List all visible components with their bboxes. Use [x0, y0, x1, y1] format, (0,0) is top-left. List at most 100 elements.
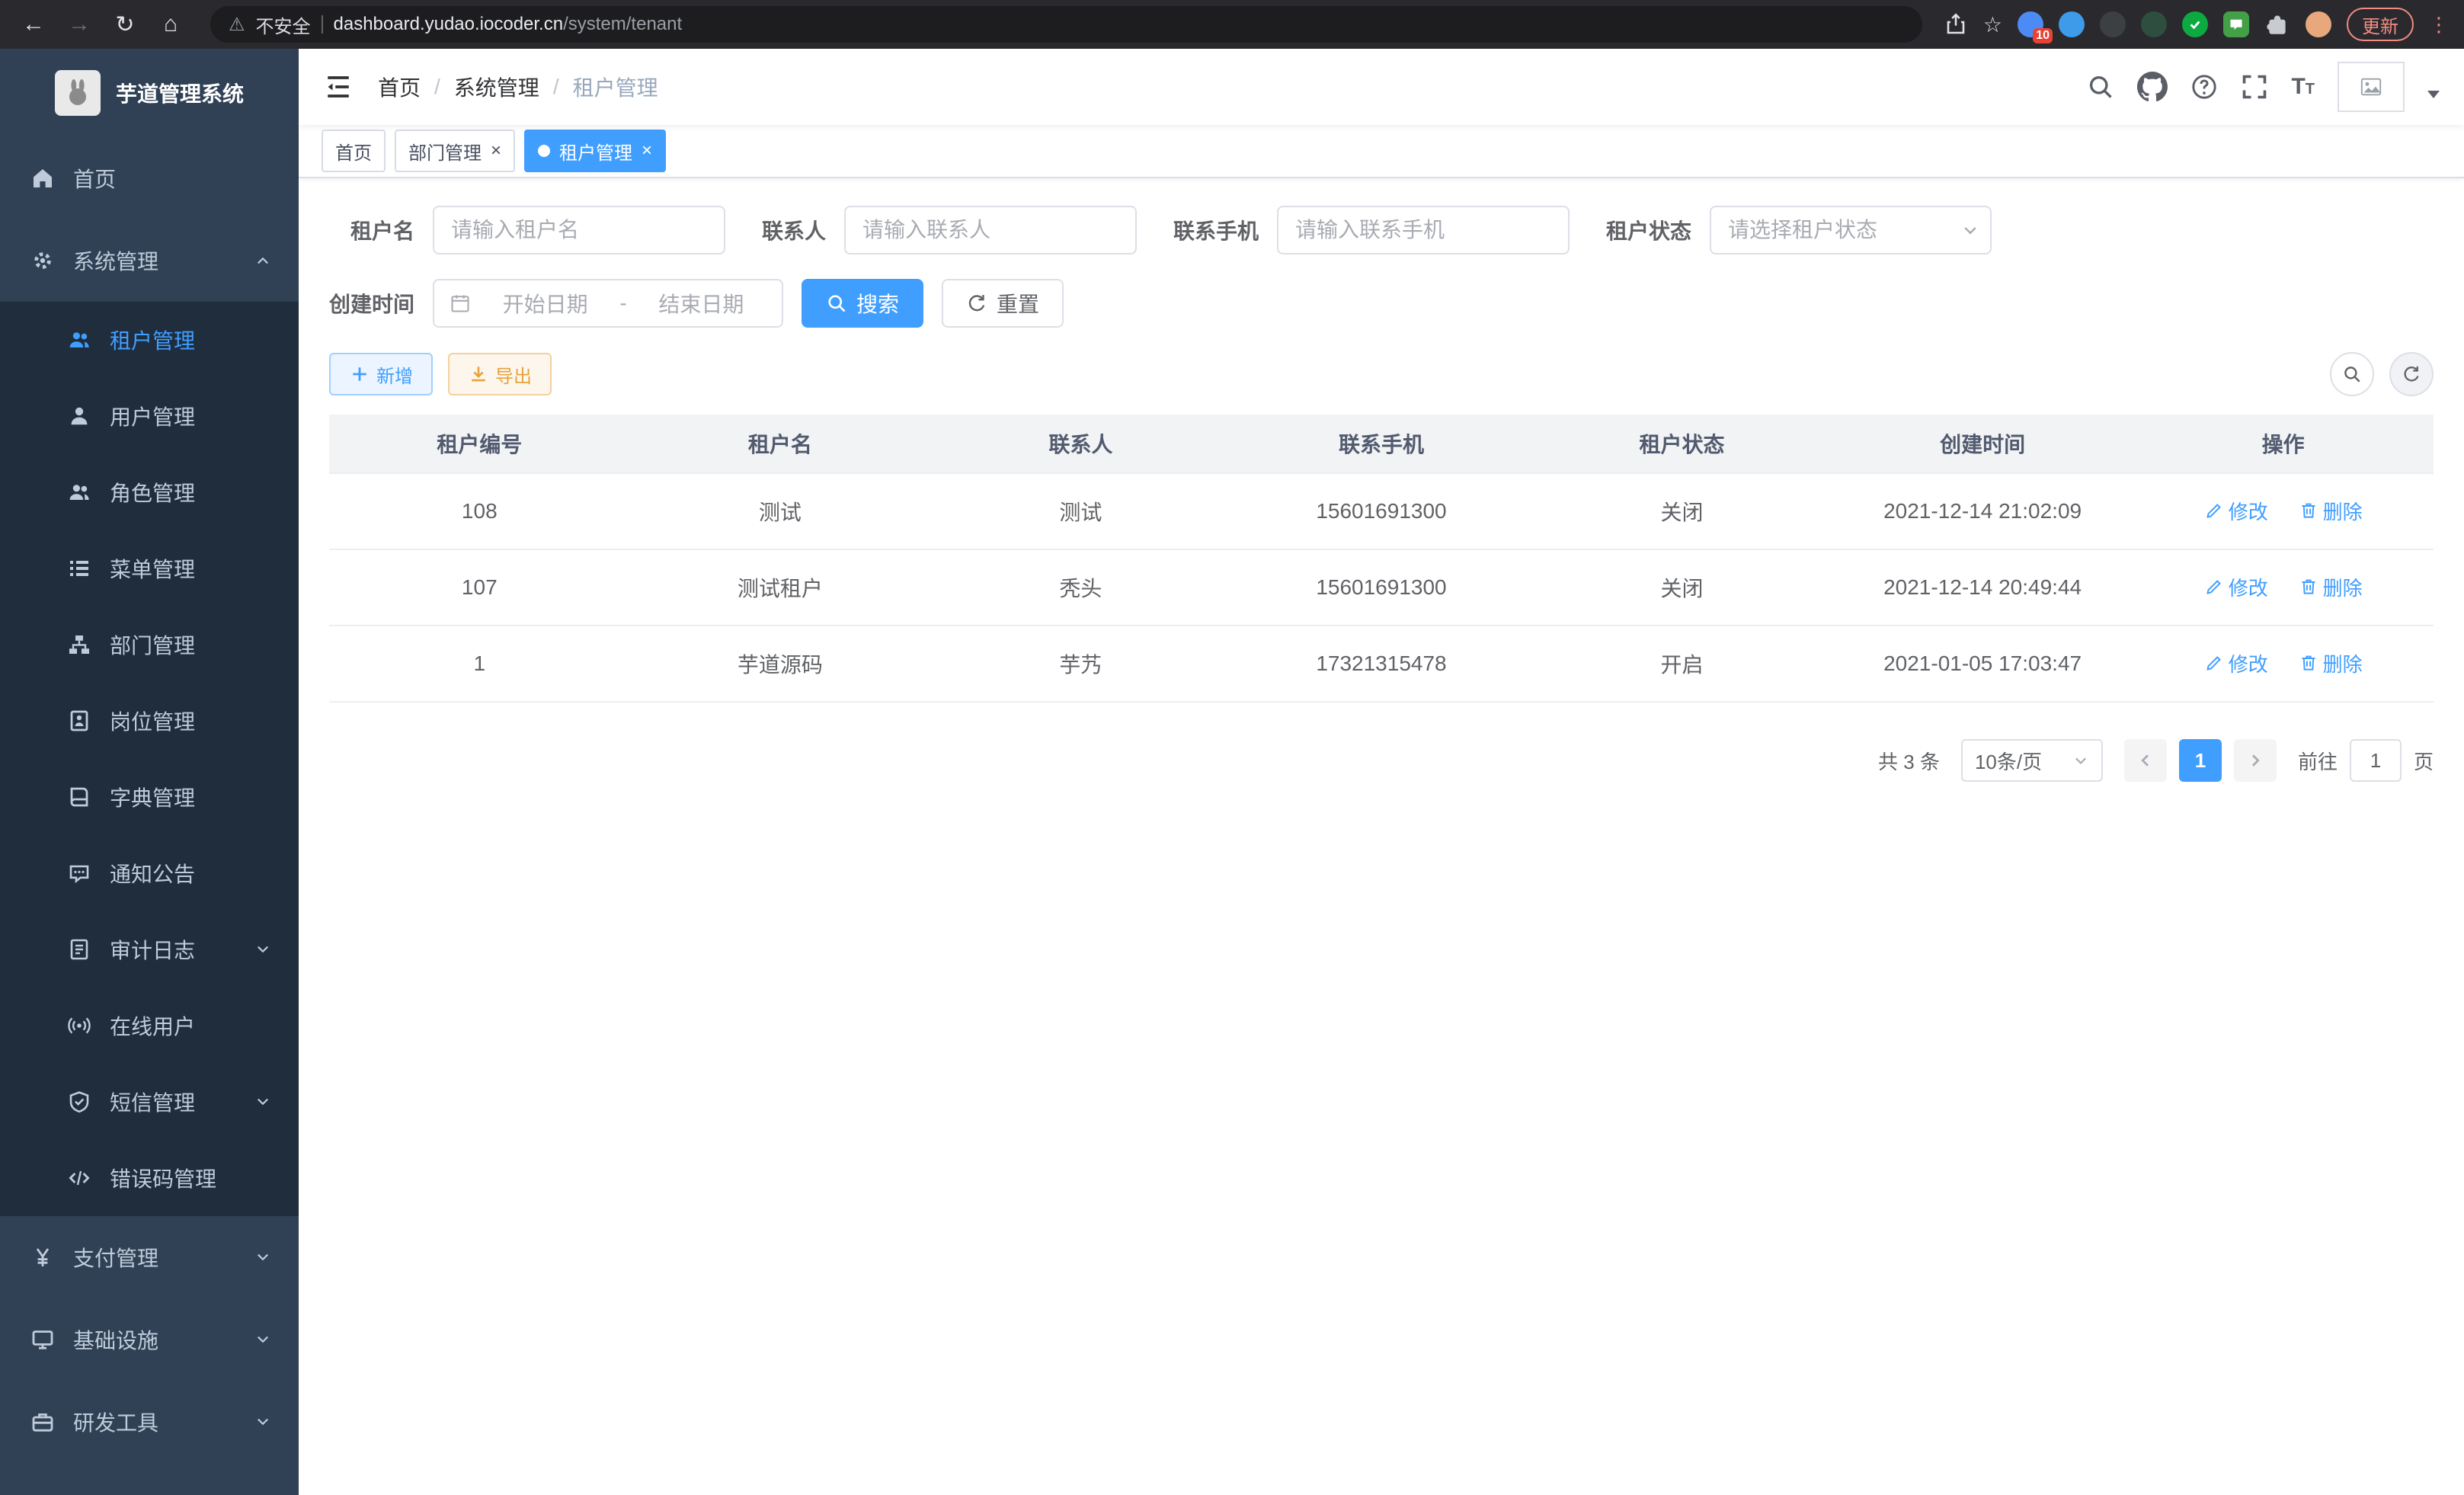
page-number-button[interactable]: 1 — [2179, 739, 2222, 782]
sidebar-item-dept-management[interactable]: 部门管理 — [0, 607, 299, 683]
search-icon — [2342, 364, 2362, 384]
broken-image-icon — [2360, 75, 2382, 98]
cell-phone: 15601691300 — [1231, 473, 1532, 549]
sidebar-item-label: 通知公告 — [110, 858, 195, 888]
sidebar-item-dev-tools[interactable]: 研发工具 — [0, 1381, 299, 1463]
sidebar-item-notice[interactable]: 通知公告 — [0, 835, 299, 911]
sidebar-item-error-code[interactable]: 错误码管理 — [0, 1140, 299, 1216]
phone-label: 联系手机 — [1173, 215, 1259, 245]
edit-link[interactable]: 修改 — [2204, 497, 2268, 525]
monitor-icon — [30, 1327, 55, 1352]
screen: ← → ↻ ⌂ ⚠ 不安全 dashboard.yudao.iocoder.cn… — [0, 0, 2464, 1495]
page-size-select[interactable]: 10条/页 — [1961, 739, 2103, 782]
avatar[interactable] — [2338, 62, 2405, 112]
sidebar-item-tenant-management[interactable]: 租户管理 — [0, 302, 299, 378]
next-page-button[interactable] — [2234, 739, 2277, 782]
sidebar-item-menu-management[interactable]: 菜单管理 — [0, 530, 299, 607]
filter-form-row-1: 租户名 联系人 联系手机 租户状态 — [329, 206, 2434, 255]
contact-input[interactable] — [844, 206, 1137, 255]
sidebar-item-payment[interactable]: 支付管理 — [0, 1216, 299, 1298]
fullscreen-icon[interactable] — [2241, 73, 2268, 101]
browser-address-bar[interactable]: ⚠ 不安全 dashboard.yudao.iocoder.cn/system/… — [210, 6, 1922, 43]
refresh-table-button[interactable] — [2389, 352, 2434, 396]
extension-badge: 10 — [2033, 28, 2053, 43]
sidebar-item-post-management[interactable]: 岗位管理 — [0, 683, 299, 759]
browser-update-button[interactable]: 更新 — [2347, 8, 2414, 41]
tab-dept-management[interactable]: 部门管理 × — [395, 130, 515, 172]
update-label: 更新 — [2362, 11, 2398, 38]
browser-profile-avatar[interactable] — [2306, 11, 2331, 37]
plus-icon — [349, 363, 370, 385]
sidebar-item-audit-log[interactable]: 审计日志 — [0, 911, 299, 988]
extension-icon-5[interactable] — [2182, 11, 2208, 37]
goto-unit-label: 页 — [2414, 747, 2434, 775]
phone-input[interactable] — [1277, 206, 1570, 255]
sidebar-toggle-icon[interactable] — [323, 72, 354, 102]
extension-icon-1[interactable]: 10 — [2018, 11, 2043, 37]
home-icon — [30, 166, 55, 190]
breadcrumb-system[interactable]: 系统管理 — [454, 72, 539, 102]
export-button[interactable]: 导出 — [448, 353, 552, 395]
cell-contact: 秃头 — [930, 549, 1231, 626]
delete-link[interactable]: 删除 — [2299, 573, 2363, 601]
close-icon[interactable]: × — [491, 142, 501, 160]
cell-actions: 修改 删除 — [2133, 626, 2434, 702]
edit-link[interactable]: 修改 — [2204, 573, 2268, 601]
font-size-icon[interactable]: TT — [2291, 74, 2315, 100]
user-icon — [67, 404, 91, 428]
sidebar-item-online-users[interactable]: 在线用户 — [0, 988, 299, 1064]
tab-home[interactable]: 首页 — [322, 130, 386, 172]
sidebar-item-label: 审计日志 — [110, 934, 195, 965]
search-button[interactable]: 搜索 — [802, 279, 923, 328]
document-icon — [67, 937, 91, 962]
breadcrumb-home[interactable]: 首页 — [378, 72, 421, 102]
edit-link[interactable]: 修改 — [2204, 649, 2268, 677]
delete-link[interactable]: 删除 — [2299, 649, 2363, 677]
sidebar-item-system-management[interactable]: 系统管理 — [0, 219, 299, 302]
toggle-search-button[interactable] — [2330, 352, 2374, 396]
extensions-puzzle-icon[interactable] — [2264, 11, 2290, 37]
goto-page-input[interactable] — [2350, 739, 2402, 782]
edit-icon — [2204, 653, 2224, 673]
reset-button[interactable]: 重置 — [942, 279, 1064, 328]
help-icon[interactable] — [2190, 73, 2218, 101]
calendar-icon — [450, 293, 471, 314]
sidebar-item-home[interactable]: 首页 — [0, 137, 299, 219]
sidebar-item-user-management[interactable]: 用户管理 — [0, 378, 299, 454]
cell-contact: 测试 — [930, 473, 1231, 549]
sidebar-item-dict-management[interactable]: 字典管理 — [0, 759, 299, 835]
tab-tenant-management[interactable]: 租户管理 × — [524, 130, 666, 172]
browser-menu-icon[interactable]: ⋮ — [2429, 13, 2449, 37]
sidebar-item-role-management[interactable]: 角色管理 — [0, 454, 299, 530]
extension-icon-2[interactable] — [2059, 11, 2085, 37]
browser-back-button[interactable]: ← — [15, 6, 52, 43]
add-button[interactable]: 新增 — [329, 353, 433, 395]
trash-icon — [2299, 577, 2318, 597]
extension-icon-6[interactable] — [2223, 11, 2249, 37]
logo-link[interactable]: 芋道管理系统 — [0, 49, 299, 137]
share-icon[interactable] — [1944, 12, 1968, 37]
close-icon[interactable]: × — [642, 142, 652, 160]
bookmark-star-icon[interactable]: ☆ — [1983, 12, 2002, 37]
extension-icon-3[interactable] — [2100, 11, 2126, 37]
sidebar-item-infrastructure[interactable]: 基础设施 — [0, 1298, 299, 1381]
date-range-input[interactable]: 开始日期 - 结束日期 — [433, 279, 783, 328]
browser-refresh-button[interactable]: ↻ — [107, 6, 143, 43]
status-select[interactable] — [1710, 206, 1992, 255]
extension-icon-4[interactable] — [2141, 11, 2167, 37]
delete-link[interactable]: 删除 — [2299, 497, 2363, 525]
breadcrumb: 首页 / 系统管理 / 租户管理 — [378, 72, 658, 102]
browser-home-button[interactable]: ⌂ — [152, 6, 189, 43]
github-icon[interactable] — [2137, 72, 2168, 102]
sidebar-item-sms-management[interactable]: 短信管理 — [0, 1064, 299, 1140]
browser-forward-button[interactable]: → — [61, 6, 98, 43]
prev-page-button[interactable] — [2124, 739, 2167, 782]
logo-image — [55, 70, 101, 116]
search-icon[interactable] — [2087, 73, 2114, 101]
avatar-dropdown-caret[interactable] — [2427, 91, 2440, 98]
breadcrumb-separator: / — [553, 75, 559, 99]
sidebar-item-label: 系统管理 — [73, 245, 158, 276]
tenant-name-input[interactable] — [433, 206, 725, 255]
chevron-down-icon — [254, 1249, 271, 1266]
chevron-right-icon — [2246, 751, 2264, 770]
